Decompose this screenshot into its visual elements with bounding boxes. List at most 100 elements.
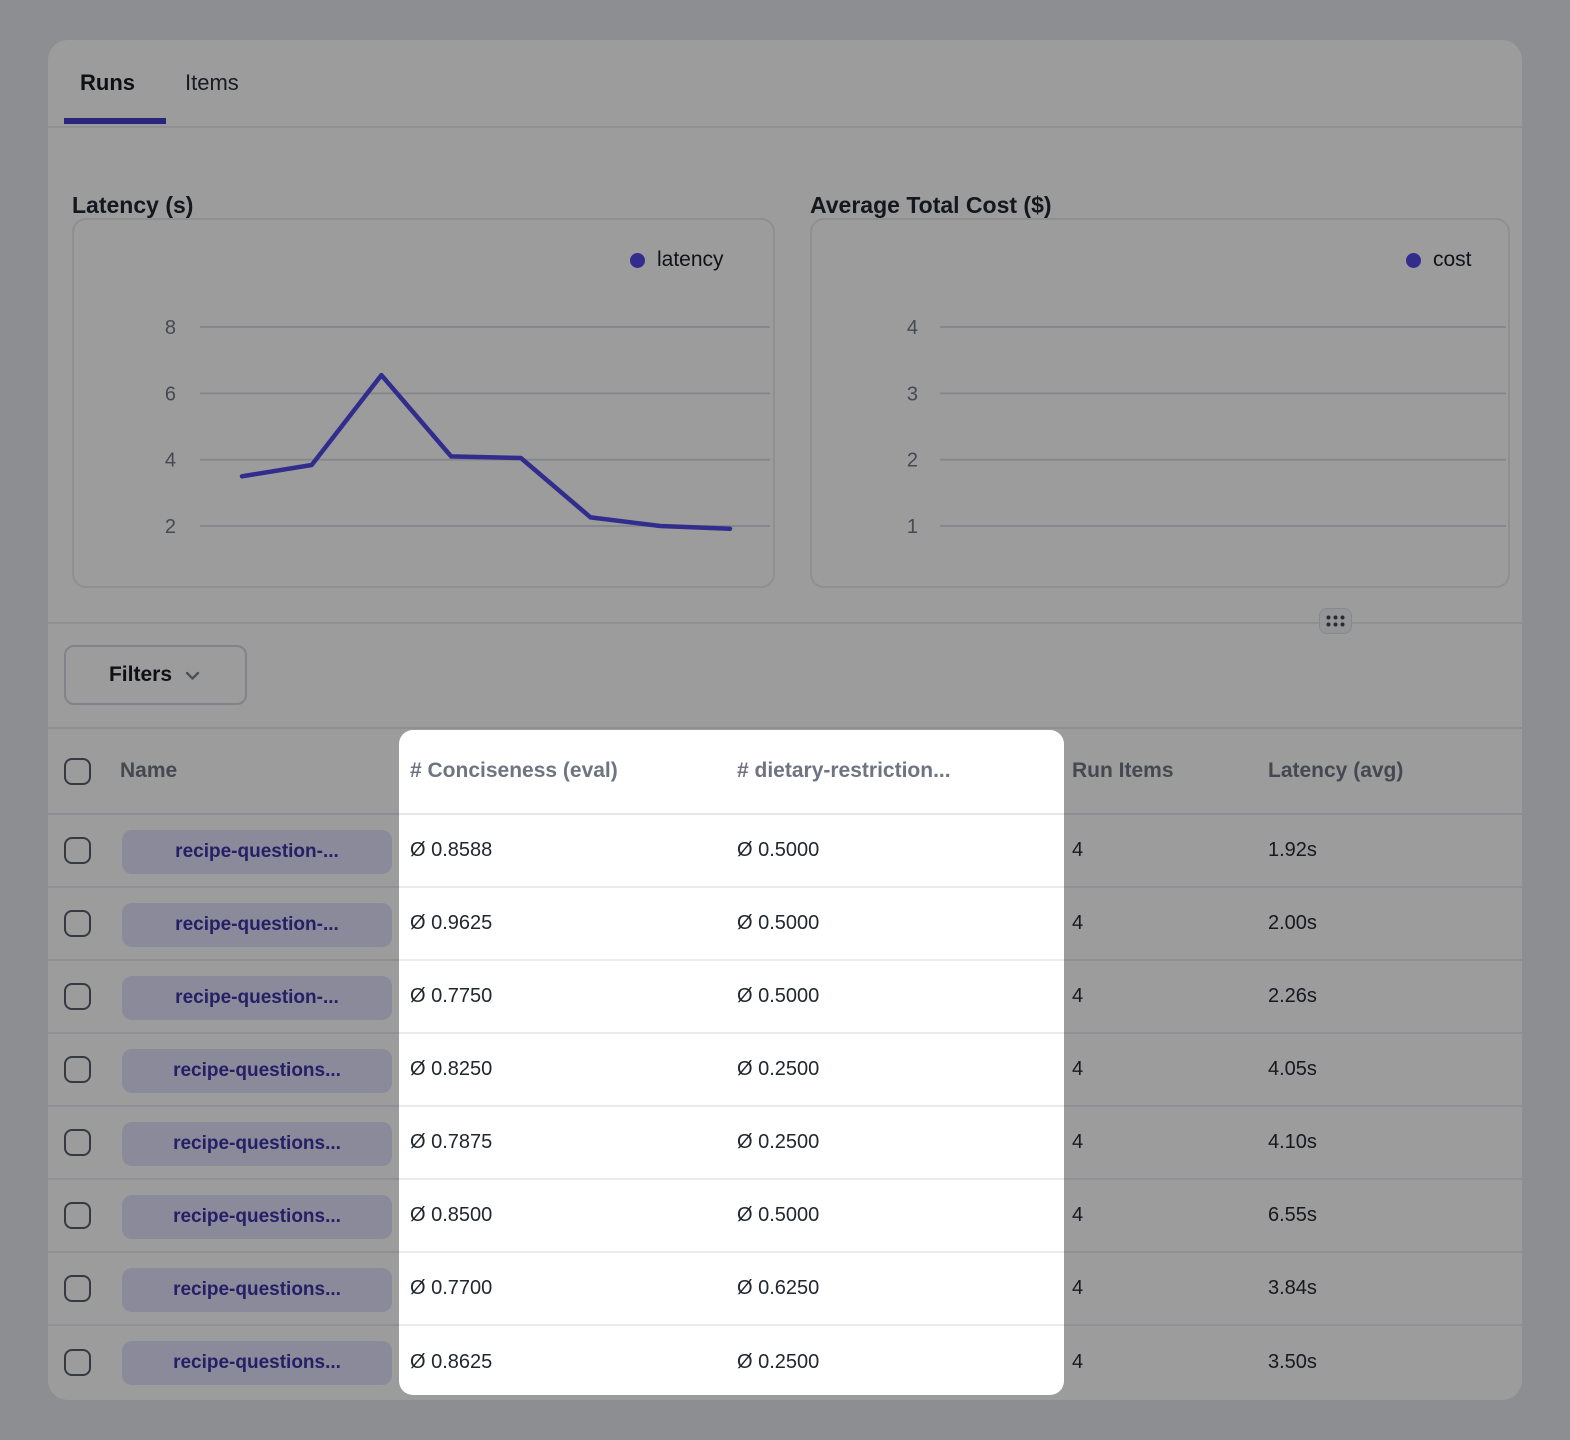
svg-text:6: 6 [165, 383, 176, 405]
conciseness-score: Ø 0.7750 [410, 961, 492, 1032]
run-name-badge[interactable]: recipe-questions... [122, 1049, 392, 1093]
dietary-restriction-score: Ø 0.5000 [737, 815, 819, 886]
conciseness-score: Ø 0.7700 [410, 1253, 492, 1324]
run-name-badge[interactable]: recipe-questions... [122, 1268, 392, 1312]
table-row: recipe-question-... Ø 0.8588 Ø 0.5000 4 … [48, 815, 1522, 888]
resize-drag-handle[interactable] [1319, 608, 1352, 634]
row-checkbox[interactable] [64, 837, 91, 864]
runs-panel: Runs Items Latency (s) Average Total Cos… [48, 40, 1522, 1400]
run-items-count: 4 [1072, 888, 1083, 959]
table-row: recipe-questions... Ø 0.7700 Ø 0.6250 4 … [48, 1253, 1522, 1326]
run-items-count: 4 [1072, 1326, 1083, 1399]
svg-text:2: 2 [165, 516, 176, 538]
run-items-count: 4 [1072, 1107, 1083, 1178]
table-row: recipe-questions... Ø 0.8625 Ø 0.2500 4 … [48, 1326, 1522, 1399]
row-checkbox[interactable] [64, 1056, 91, 1083]
row-checkbox[interactable] [64, 1202, 91, 1229]
table-row: recipe-question-... Ø 0.9625 Ø 0.5000 4 … [48, 888, 1522, 961]
conciseness-score: Ø 0.8588 [410, 815, 492, 886]
latency-legend-label: latency [657, 248, 724, 272]
column-header-latency-avg[interactable]: Latency (avg) [1268, 729, 1403, 813]
table-header-row: Name # Conciseness (eval) # dietary-rest… [48, 727, 1522, 815]
dietary-restriction-score: Ø 0.5000 [737, 1180, 819, 1251]
conciseness-score: Ø 0.9625 [410, 888, 492, 959]
row-checkbox[interactable] [64, 1129, 91, 1156]
table-row: recipe-questions... Ø 0.8250 Ø 0.2500 4 … [48, 1034, 1522, 1107]
row-checkbox[interactable] [64, 910, 91, 937]
run-items-count: 4 [1072, 815, 1083, 886]
row-checkbox[interactable] [64, 983, 91, 1010]
row-checkbox-cell [64, 961, 91, 1032]
run-items-count: 4 [1072, 961, 1083, 1032]
run-name-badge[interactable]: recipe-question-... [122, 903, 392, 947]
table-row: recipe-questions... Ø 0.8500 Ø 0.5000 4 … [48, 1180, 1522, 1253]
cost-line-chart: 1 2 3 4 [812, 220, 1508, 586]
conciseness-score: Ø 0.8625 [410, 1326, 492, 1399]
select-all-checkbox[interactable] [64, 758, 91, 785]
latency-avg-value: 1.92s [1268, 815, 1317, 886]
column-header-run-items[interactable]: Run Items [1072, 729, 1174, 813]
select-all-checkbox-cell [64, 729, 91, 813]
row-checkbox-cell [64, 1034, 91, 1105]
conciseness-score: Ø 0.8500 [410, 1180, 492, 1251]
latency-avg-value: 6.55s [1268, 1180, 1317, 1251]
run-name-badge[interactable]: recipe-questions... [122, 1341, 392, 1385]
dietary-restriction-score: Ø 0.2500 [737, 1107, 819, 1178]
table-row: recipe-questions... Ø 0.7875 Ø 0.2500 4 … [48, 1107, 1522, 1180]
row-checkbox-cell [64, 1326, 91, 1399]
svg-text:2: 2 [907, 450, 918, 472]
latency-avg-value: 4.10s [1268, 1107, 1317, 1178]
dietary-restriction-score: Ø 0.6250 [737, 1253, 819, 1324]
cost-legend: cost [1406, 248, 1472, 272]
chevron-down-icon [183, 666, 202, 685]
svg-text:8: 8 [165, 317, 176, 339]
column-header-conciseness[interactable]: # Conciseness (eval) [410, 729, 618, 813]
active-tab-indicator [64, 118, 166, 124]
tab-items[interactable]: Items [185, 70, 239, 96]
row-checkbox-cell [64, 1180, 91, 1251]
conciseness-score: Ø 0.8250 [410, 1034, 492, 1105]
dietary-restriction-score: Ø 0.2500 [737, 1326, 819, 1399]
conciseness-score: Ø 0.7875 [410, 1107, 492, 1178]
cost-chart-title: Average Total Cost ($) [810, 192, 1052, 219]
run-items-count: 4 [1072, 1034, 1083, 1105]
latency-chart-card: 2468 latency [72, 218, 775, 588]
dietary-restriction-score: Ø 0.5000 [737, 888, 819, 959]
cost-legend-label: cost [1433, 248, 1472, 272]
svg-text:1: 1 [907, 516, 918, 538]
drag-dots-icon [1325, 614, 1346, 628]
latency-avg-value: 3.84s [1268, 1253, 1317, 1324]
run-name-badge[interactable]: recipe-questions... [122, 1122, 392, 1166]
latency-legend: latency [630, 248, 724, 272]
latency-chart-title: Latency (s) [72, 192, 193, 219]
tab-runs[interactable]: Runs [80, 70, 135, 96]
latency-avg-value: 4.05s [1268, 1034, 1317, 1105]
dietary-restriction-score: Ø 0.5000 [737, 961, 819, 1032]
filters-button[interactable]: Filters [64, 645, 247, 705]
page-background: Runs Items Latency (s) Average Total Cos… [0, 0, 1570, 1440]
latency-legend-dot-icon [630, 253, 645, 268]
latency-line-chart: 2468 [74, 220, 773, 586]
tab-bar: Runs Items [48, 40, 1522, 128]
column-header-dietary-restriction[interactable]: # dietary-restriction... [737, 729, 951, 813]
row-checkbox-cell [64, 815, 91, 886]
dietary-restriction-score: Ø 0.2500 [737, 1034, 819, 1105]
latency-avg-value: 2.26s [1268, 961, 1317, 1032]
latency-avg-value: 2.00s [1268, 888, 1317, 959]
run-name-badge[interactable]: recipe-questions... [122, 1195, 392, 1239]
svg-text:4: 4 [907, 317, 918, 339]
run-name-badge[interactable]: recipe-question-... [122, 830, 392, 874]
row-checkbox[interactable] [64, 1275, 91, 1302]
filters-button-label: Filters [109, 663, 172, 687]
table-row: recipe-question-... Ø 0.7750 Ø 0.5000 4 … [48, 961, 1522, 1034]
column-header-name[interactable]: Name [120, 729, 177, 813]
run-items-count: 4 [1072, 1180, 1083, 1251]
run-items-count: 4 [1072, 1253, 1083, 1324]
section-divider [48, 622, 1522, 624]
run-name-badge[interactable]: recipe-question-... [122, 976, 392, 1020]
row-checkbox-cell [64, 1107, 91, 1178]
svg-text:3: 3 [907, 383, 918, 405]
cost-legend-dot-icon [1406, 253, 1421, 268]
row-checkbox[interactable] [64, 1349, 91, 1376]
latency-avg-value: 3.50s [1268, 1326, 1317, 1399]
